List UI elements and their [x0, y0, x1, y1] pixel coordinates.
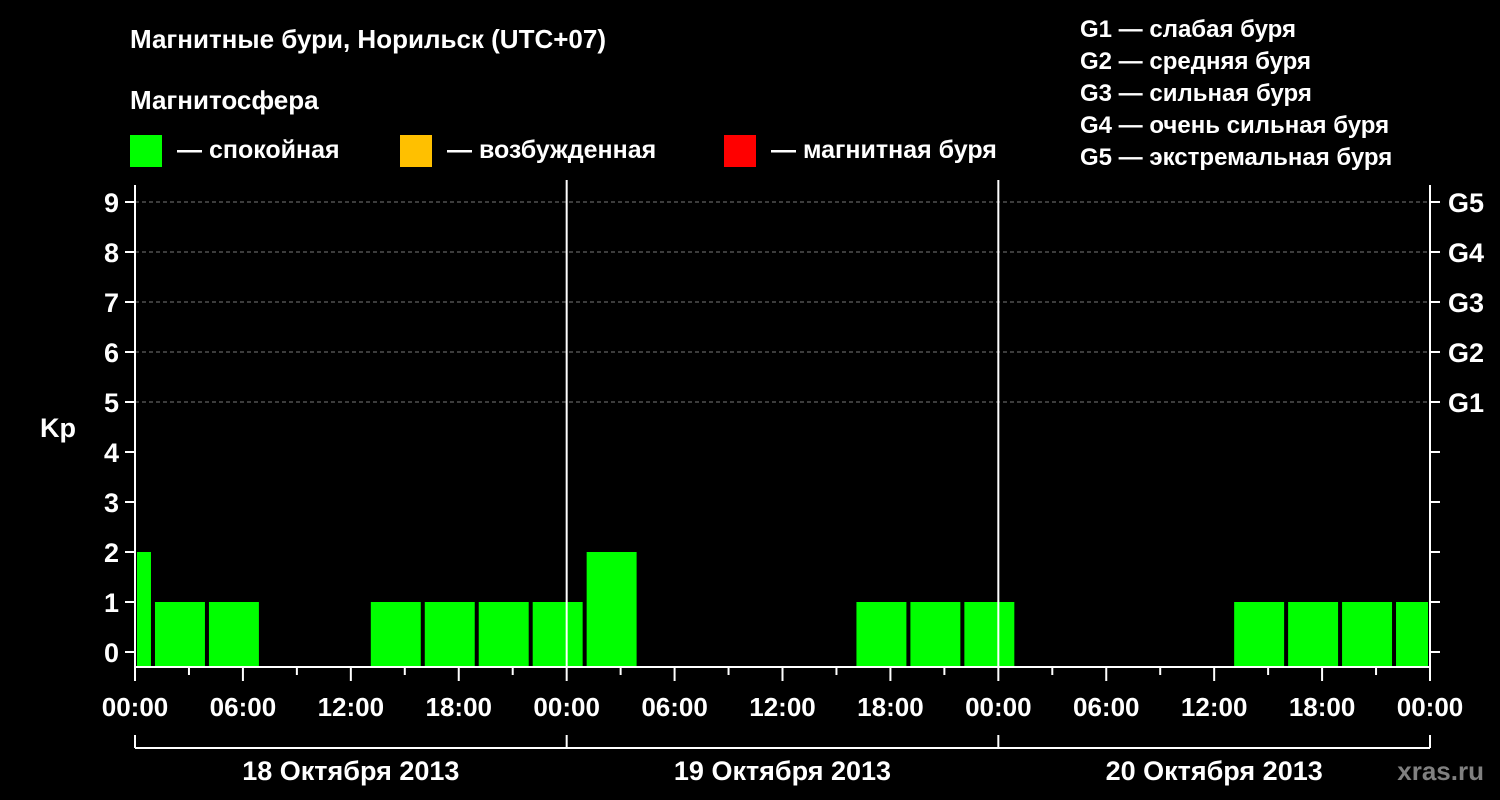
- g-level-legend: G1 — слабая буря G2 — средняя буря G3 — …: [1080, 16, 1392, 171]
- g-level-label: G4: [1448, 238, 1484, 268]
- axes-layer: 0 1 2 3 4 5 6 7 8 9 G1 G2 G3 G4 G5 00:00 06:00 12:00 18:00…: [102, 180, 1484, 786]
- x-tick-label: 00:00: [1397, 692, 1464, 722]
- legend-label-storm: — магнитная буря: [771, 136, 997, 164]
- x-tick-label: 18:00: [426, 692, 493, 722]
- state-legend: — спокойная — возбужденная — магнитная б…: [130, 135, 997, 167]
- y-tick-label: 2: [104, 538, 119, 568]
- chart-title: Магнитные бури, Норильск (UTC+07): [130, 24, 606, 54]
- kp-bar: [370, 602, 421, 667]
- kp-bar: [964, 602, 1015, 667]
- legend-label-unsettled: — возбужденная: [447, 136, 656, 164]
- g2-description: G2 — средняя буря: [1080, 48, 1311, 75]
- x-tick-label: 12:00: [318, 692, 385, 722]
- y-tick-label: 6: [104, 338, 119, 368]
- kp-bar: [1288, 602, 1339, 667]
- kp-bar: [208, 602, 259, 667]
- g-level-label: G5: [1448, 188, 1484, 218]
- x-tick-label: 00:00: [102, 692, 169, 722]
- g5-description: G5 — экстремальная буря: [1080, 144, 1392, 171]
- kp-bar: [1234, 602, 1285, 667]
- y-tick-label: 9: [104, 188, 119, 218]
- x-tick-label: 06:00: [641, 692, 708, 722]
- x-tick-label: 18:00: [1289, 692, 1356, 722]
- y-tick-label: 5: [104, 388, 119, 418]
- x-tick-label: 06:00: [210, 692, 277, 722]
- x-tick-label: 18:00: [857, 692, 924, 722]
- x-tick-label: 00:00: [533, 692, 600, 722]
- kp-bar: [478, 602, 529, 667]
- kp-bar: [424, 602, 475, 667]
- g3-description: G3 — сильная буря: [1080, 80, 1312, 107]
- y-tick-label: 8: [104, 238, 119, 268]
- x-tick-label: 12:00: [1181, 692, 1248, 722]
- x-tick-label: 06:00: [1073, 692, 1140, 722]
- g1-description: G1 — слабая буря: [1080, 16, 1296, 43]
- watermark: xras.ru: [1397, 756, 1484, 786]
- kp-bar: [1342, 602, 1393, 667]
- kp-chart: Магнитные бури, Норильск (UTC+07) Магнит…: [40, 16, 1484, 786]
- g-level-label: G1: [1448, 388, 1484, 418]
- y-tick-label: 0: [104, 638, 119, 668]
- legend-swatch-storm: [724, 135, 756, 167]
- x-tick-label: 00:00: [965, 692, 1032, 722]
- legend-swatch-unsettled: [400, 135, 432, 167]
- x-tick-label: 12:00: [749, 692, 816, 722]
- y-tick-label: 7: [104, 288, 119, 318]
- kp-bar: [532, 602, 583, 667]
- y-tick-label: 3: [104, 488, 119, 518]
- legend-swatch-quiet: [130, 135, 162, 167]
- kp-bar: [856, 602, 907, 667]
- day-label: 19 Октября 2013: [674, 756, 891, 786]
- legend-label-quiet: — спокойная: [177, 136, 340, 164]
- magnetosphere-label: Магнитосфера: [130, 85, 319, 115]
- g-level-label: G2: [1448, 338, 1484, 368]
- bars-layer: [137, 552, 1428, 667]
- kp-bar: [1396, 602, 1428, 667]
- day-label: 20 Октября 2013: [1106, 756, 1323, 786]
- kp-bar: [154, 602, 205, 667]
- kp-bar: [910, 602, 961, 667]
- y-tick-label: 4: [104, 438, 119, 468]
- y-tick-label: 1: [104, 588, 119, 618]
- kp-bar: [137, 552, 151, 667]
- day-label: 18 Октября 2013: [242, 756, 459, 786]
- g-level-label: G3: [1448, 288, 1484, 318]
- kp-bar: [586, 552, 637, 667]
- grid-layer: [135, 201, 1430, 403]
- g4-description: G4 — очень сильная буря: [1080, 112, 1389, 139]
- y-axis-label: Kp: [40, 413, 76, 443]
